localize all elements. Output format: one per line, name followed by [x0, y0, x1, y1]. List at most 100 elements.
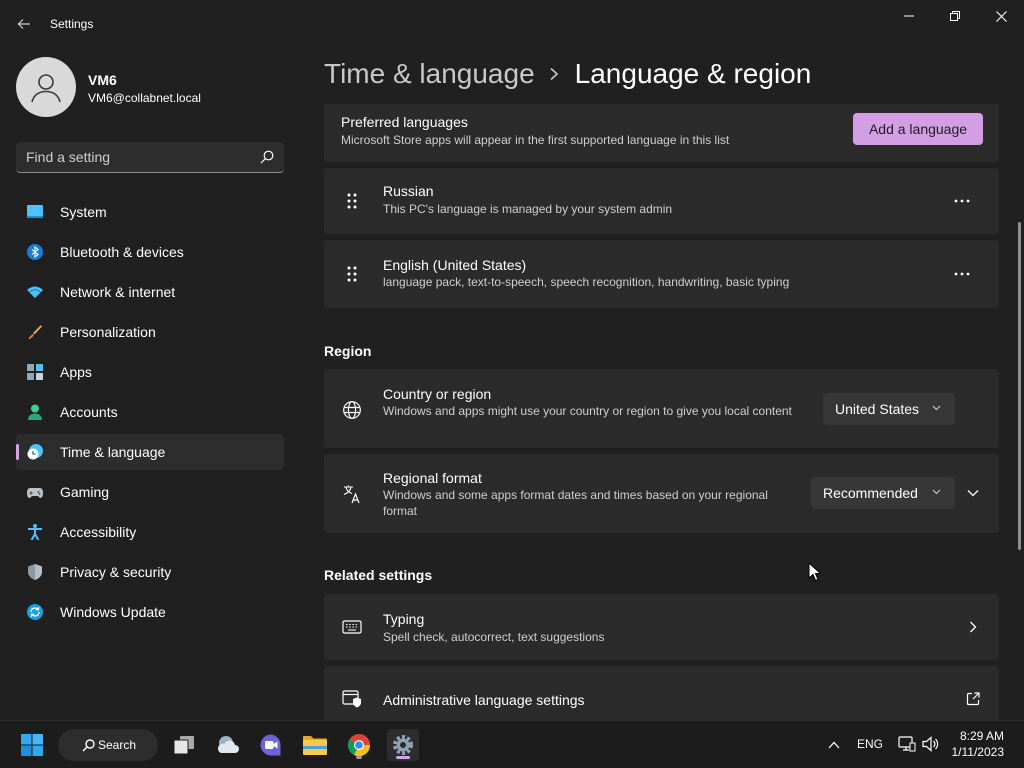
mouse-cursor-icon — [808, 562, 821, 582]
gear-icon — [393, 735, 413, 755]
open-external-button[interactable] — [961, 687, 985, 711]
taskbar: Search ENG 8:29 AM 1/11/2023 — [0, 720, 1024, 768]
language-detail: This PC's language is managed by your sy… — [383, 202, 673, 216]
regional-format-value: Recommended — [823, 485, 918, 501]
user-email: VM6@collabnet.local — [88, 91, 201, 105]
sidebar-item-label: Gaming — [60, 484, 110, 500]
sidebar-item-label: System — [60, 204, 107, 220]
expand-button[interactable] — [961, 481, 985, 505]
language-detail: language pack, text-to-speech, speech re… — [383, 275, 790, 289]
regional-format-card[interactable]: Regional format Windows and some apps fo… — [324, 454, 999, 533]
chevron-down-icon — [932, 405, 941, 411]
drag-handle-icon[interactable] — [342, 264, 362, 284]
back-arrow-icon — [17, 19, 30, 29]
country-region-value: United States — [835, 401, 920, 417]
sidebar-item-system[interactable]: System — [16, 194, 284, 230]
add-language-button[interactable]: Add a language — [853, 113, 983, 145]
search-input[interactable] — [26, 142, 246, 172]
show-hidden-icons-button[interactable] — [820, 729, 848, 761]
taskbar-search-button[interactable]: Search — [58, 729, 158, 761]
chat-button[interactable] — [255, 729, 287, 761]
sidebar-item-privacy[interactable]: Privacy & security — [16, 554, 284, 590]
user-name: VM6 — [88, 72, 117, 88]
network-status-icon[interactable] — [898, 736, 916, 752]
folder-icon — [303, 736, 327, 755]
search-icon — [82, 739, 95, 752]
settings-taskbar-button[interactable] — [387, 729, 419, 761]
preferred-languages-subtitle: Microsoft Store apps will appear in the … — [341, 133, 730, 147]
back-button[interactable] — [12, 12, 36, 36]
typing-card[interactable]: Typing Spell check, autocorrect, text su… — [324, 594, 999, 660]
more-icon — [954, 272, 970, 276]
typing-title: Typing — [383, 611, 425, 627]
task-view-button[interactable] — [168, 729, 200, 761]
input-language-indicator[interactable]: ENG — [857, 737, 883, 751]
breadcrumb-parent[interactable]: Time & language — [324, 58, 535, 90]
accounts-icon — [28, 404, 42, 420]
start-button[interactable] — [16, 729, 48, 761]
language-name: Russian — [383, 183, 434, 199]
sidebar-item-label: Time & language — [60, 444, 166, 460]
chevron-right-icon — [549, 67, 559, 81]
file-explorer-button[interactable] — [299, 729, 331, 761]
brush-icon — [28, 325, 42, 340]
sidebar-item-time-language[interactable]: Time & language — [16, 434, 284, 470]
country-region-title: Country or region — [383, 386, 492, 402]
volume-icon[interactable] — [922, 736, 940, 752]
country-region-subtitle: Windows and apps might use your country … — [383, 404, 792, 418]
admin-language-card[interactable]: Administrative language settings — [324, 666, 999, 720]
preferred-languages-title: Preferred languages — [341, 114, 468, 130]
sidebar-item-bluetooth[interactable]: Bluetooth & devices — [16, 234, 284, 270]
regional-format-dropdown[interactable]: Recommended — [811, 477, 955, 509]
weather-cloud-icon — [217, 736, 239, 753]
more-options-button[interactable] — [947, 189, 977, 213]
country-region-dropdown[interactable]: United States — [823, 393, 955, 425]
restore-button[interactable] — [932, 0, 978, 32]
external-link-icon — [966, 692, 980, 706]
close-button[interactable] — [978, 0, 1024, 32]
sidebar-item-accessibility[interactable]: Accessibility — [16, 514, 284, 550]
sidebar-item-label: Accounts — [60, 404, 118, 420]
title-bar: Settings — [0, 0, 1024, 48]
taskbar-search-label: Search — [98, 738, 137, 752]
language-row-russian[interactable]: Russian This PC's language is managed by… — [324, 168, 999, 234]
sidebar-nav: System Bluetooth & devices Network & int… — [16, 194, 284, 634]
time-language-icon — [27, 444, 43, 460]
close-icon — [995, 10, 1007, 22]
language-name: English (United States) — [383, 257, 527, 273]
search-icon[interactable] — [260, 150, 274, 164]
chevron-right-icon — [970, 621, 977, 633]
regional-format-title: Regional format — [383, 470, 482, 486]
shield-icon — [28, 564, 42, 580]
preferred-languages-card: Preferred languages Microsoft Store apps… — [324, 104, 999, 162]
language-row-english[interactable]: English (United States) language pack, t… — [324, 240, 999, 308]
clock[interactable]: 8:29 AM 1/11/2023 — [952, 728, 1005, 760]
chevron-up-icon — [828, 741, 840, 749]
sidebar-item-label: Privacy & security — [60, 564, 172, 580]
find-setting-box[interactable] — [16, 142, 284, 173]
typing-subtitle: Spell check, autocorrect, text suggestio… — [383, 630, 605, 644]
chrome-button[interactable] — [343, 729, 375, 761]
drag-handle-icon[interactable] — [342, 191, 362, 211]
system-icon — [27, 205, 43, 218]
sidebar-item-gaming[interactable]: Gaming — [16, 474, 284, 510]
gaming-icon — [27, 488, 43, 498]
sidebar-item-accounts[interactable]: Accounts — [16, 394, 284, 430]
scrollbar-thumb[interactable] — [1018, 222, 1021, 550]
windows-update-icon — [27, 604, 43, 620]
selection-indicator — [16, 444, 19, 460]
sidebar-item-apps[interactable]: Apps — [16, 354, 284, 390]
widgets-button[interactable] — [212, 729, 244, 761]
sidebar-item-personalization[interactable]: Personalization — [16, 314, 284, 350]
sidebar-item-label: Windows Update — [60, 604, 166, 620]
minimize-button[interactable] — [886, 0, 932, 32]
windows-logo-icon — [21, 734, 43, 756]
sidebar-item-windows-update[interactable]: Windows Update — [16, 594, 284, 630]
chrome-icon — [347, 734, 371, 757]
avatar[interactable] — [16, 57, 76, 117]
chevron-down-icon — [967, 490, 979, 497]
sidebar-item-network[interactable]: Network & internet — [16, 274, 284, 310]
typing-open-button[interactable] — [961, 615, 985, 639]
network-icon — [27, 286, 43, 298]
more-options-button[interactable] — [947, 262, 977, 286]
